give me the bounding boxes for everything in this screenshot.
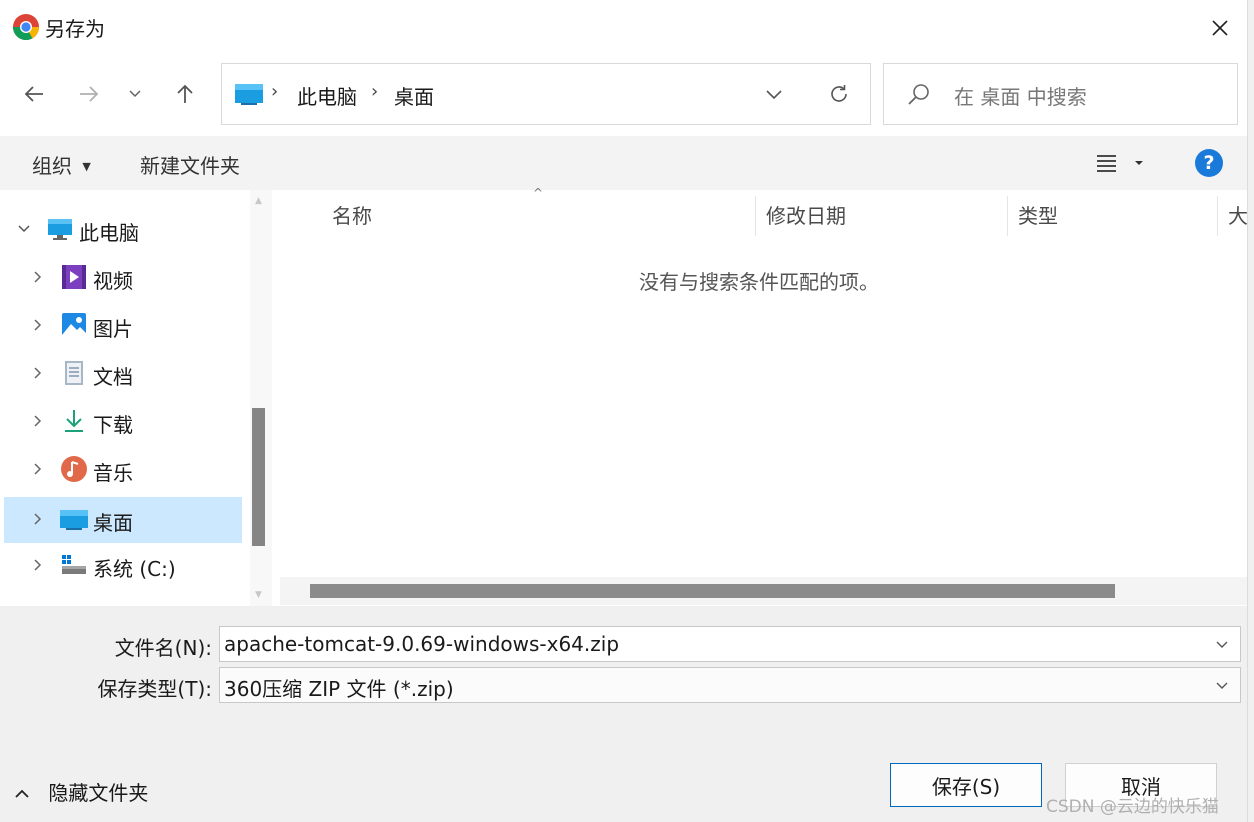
watermark-text: CSDN @云边的快乐猫 [1046,797,1219,817]
chevron-right-icon[interactable] [28,267,48,287]
search-icon [906,82,932,108]
arrow-left-icon [24,86,43,102]
sidebar-item-videos[interactable]: 视频 [4,255,242,301]
filetype-value: 360压缩 ZIP 文件 (*.zip) [224,677,454,701]
column-header-name[interactable]: 名称 [332,200,372,229]
hide-folders-toggle[interactable]: 隐藏文件夹 [14,777,148,806]
sidebar-item-pictures[interactable]: 图片 [4,303,242,349]
sidebar-item-label: 下载 [93,413,133,437]
breadcrumb-item-desktop[interactable]: 桌面 [394,81,434,110]
sort-ascending-icon: ^ [533,186,544,200]
up-button[interactable] [165,74,205,114]
chevron-down-icon[interactable] [1212,676,1232,696]
sidebar-item-label: 音乐 [93,461,133,485]
refresh-button[interactable] [824,79,854,109]
close-button[interactable] [1198,10,1242,46]
breadcrumb-item-this-pc[interactable]: 此电脑 [297,81,357,110]
new-folder-button[interactable]: 新建文件夹 [140,150,240,179]
divider [620,718,1247,719]
address-bar[interactable]: › 此电脑 › 桌面 [221,63,871,125]
column-header-date[interactable]: 修改日期 [766,200,846,229]
chevron-right-icon[interactable] [28,411,48,431]
search-input[interactable]: 在 桌面 中搜索 [883,63,1238,125]
chevron-right-icon[interactable] [28,555,48,575]
documents-icon [60,359,88,387]
chevron-up-icon [14,781,38,805]
help-button[interactable]: ? [1195,149,1223,177]
caret-down-icon: ▼ [82,160,91,173]
window-edge [1247,0,1254,822]
drive-icon [60,551,88,579]
sidebar-item-label: 图片 [93,317,133,341]
refresh-icon [831,85,847,102]
sidebar-item-label: 桌面 [93,511,133,535]
breadcrumb-separator: › [271,81,279,102]
list-view-icon [1097,155,1143,172]
empty-results-message: 没有与搜索条件匹配的项。 [639,270,879,294]
chrome-icon [12,13,40,41]
music-icon [60,455,88,483]
organize-button[interactable]: 组织 ▼ [32,150,91,179]
desktop-icon [235,82,263,106]
chevron-down-icon[interactable] [1212,635,1232,655]
address-dropdown-button[interactable] [760,82,788,108]
sidebar-item-desktop[interactable]: 桌面 [4,497,242,543]
file-list [280,190,1247,606]
arrow-right-icon [80,86,99,102]
filename-field[interactable]: apache-tomcat-9.0.69-windows-x64.zip [219,626,1241,662]
chevron-down-icon [766,90,782,100]
filename-label: 文件名(N): [114,636,212,660]
hide-folders-label: 隐藏文件夹 [48,781,149,805]
column-divider[interactable] [755,196,756,236]
sidebar-item-documents[interactable]: 文档 [4,351,242,397]
save-button[interactable]: 保存(S) [890,763,1042,807]
forward-button[interactable] [69,74,109,114]
chevron-down-icon[interactable] [14,219,34,239]
chevron-right-icon[interactable] [28,363,48,383]
sidebar-item-label: 此电脑 [79,221,139,245]
filetype-select[interactable]: 360压缩 ZIP 文件 (*.zip) [219,667,1241,703]
horizontal-scrollbar-thumb[interactable] [310,584,1115,598]
sidebar-item-drive-c[interactable]: 系统 (C:) [4,543,242,589]
chevron-down-icon [129,90,141,98]
filetype-label: 保存类型(T): [97,677,212,701]
chevron-right-icon[interactable] [28,509,48,529]
desktop-icon [60,505,88,533]
view-options-button[interactable] [1094,150,1152,176]
organize-label: 组织 [32,154,72,178]
video-icon [60,263,88,291]
title-bar [0,0,1254,56]
sidebar-item-label: 文档 [93,365,133,389]
sidebar-scrollbar-thumb[interactable] [252,408,265,546]
pictures-icon [60,311,88,339]
window-title: 另存为 [45,17,105,41]
chevron-right-icon[interactable] [28,459,48,479]
arrow-up-icon [177,84,193,103]
sidebar-item-this-pc[interactable]: 此电脑 [4,207,242,253]
column-header-size[interactable]: 大 [1228,200,1247,229]
back-button[interactable] [14,74,54,114]
sidebar-item-music[interactable]: 音乐 [4,447,242,493]
scroll-down-icon: ▼ [255,590,262,600]
sidebar-item-label: 系统 (C:) [93,557,176,581]
breadcrumb-separator: › [371,81,379,102]
column-divider[interactable] [1007,196,1008,236]
close-icon [1212,20,1228,36]
filename-value[interactable]: apache-tomcat-9.0.69-windows-x64.zip [224,632,619,656]
help-icon: ? [1203,152,1215,174]
sidebar-item-downloads[interactable]: 下载 [4,399,242,445]
column-divider[interactable] [1217,196,1218,236]
sidebar-item-label: 视频 [93,269,133,293]
scroll-up-icon: ▲ [255,196,262,206]
column-header-type[interactable]: 类型 [1018,200,1058,229]
search-placeholder: 在 桌面 中搜索 [954,85,1087,109]
recent-locations-button[interactable] [117,74,153,114]
download-icon [60,407,88,435]
chevron-right-icon[interactable] [28,315,48,335]
computer-icon [46,215,74,243]
